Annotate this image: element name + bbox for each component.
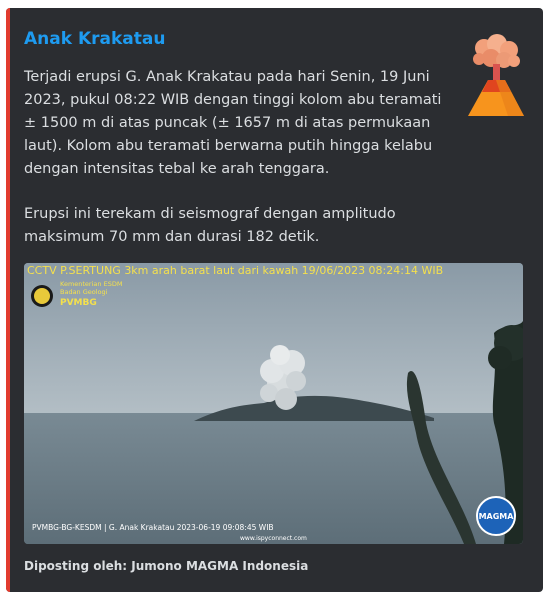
embed-footer: Diposting oleh: Jumono MAGMA Indonesia [24,559,309,573]
geology-badge-icon [34,288,50,304]
cctv-caption-url: www.ispyconnect.com [240,535,307,542]
volcano-icon[interactable] [464,34,528,118]
badge-line1: Kementerian ESDM [60,280,122,288]
description-paragraph: Erupsi ini terekam di seismograf dengan … [24,206,396,245]
message-embed: Anak Krakatau Terjadi erupsi G. Anak Kra… [6,8,543,592]
embed-title-link[interactable]: Anak Krakatau [24,29,165,49]
cctv-caption-bottom: PVMBG-BG-KESDM | G. Anak Krakatau 2023-0… [32,523,274,532]
magma-logo-text: MAGMA [479,512,515,521]
badge-line2: Badan Geologi [60,288,108,296]
description-paragraph: Terjadi erupsi G. Anak Krakatau pada har… [24,69,442,177]
embed-accent-bar [6,8,10,592]
embed-description: Terjadi erupsi G. Anak Krakatau pada har… [24,66,456,271]
embed-image-cctv[interactable]: CCTV P.SERTUNG 3km arah barat laut dari … [24,263,523,544]
cctv-caption-top: CCTV P.SERTUNG 3km arah barat laut dari … [27,264,443,277]
badge-line3: PVMBG [60,298,97,308]
